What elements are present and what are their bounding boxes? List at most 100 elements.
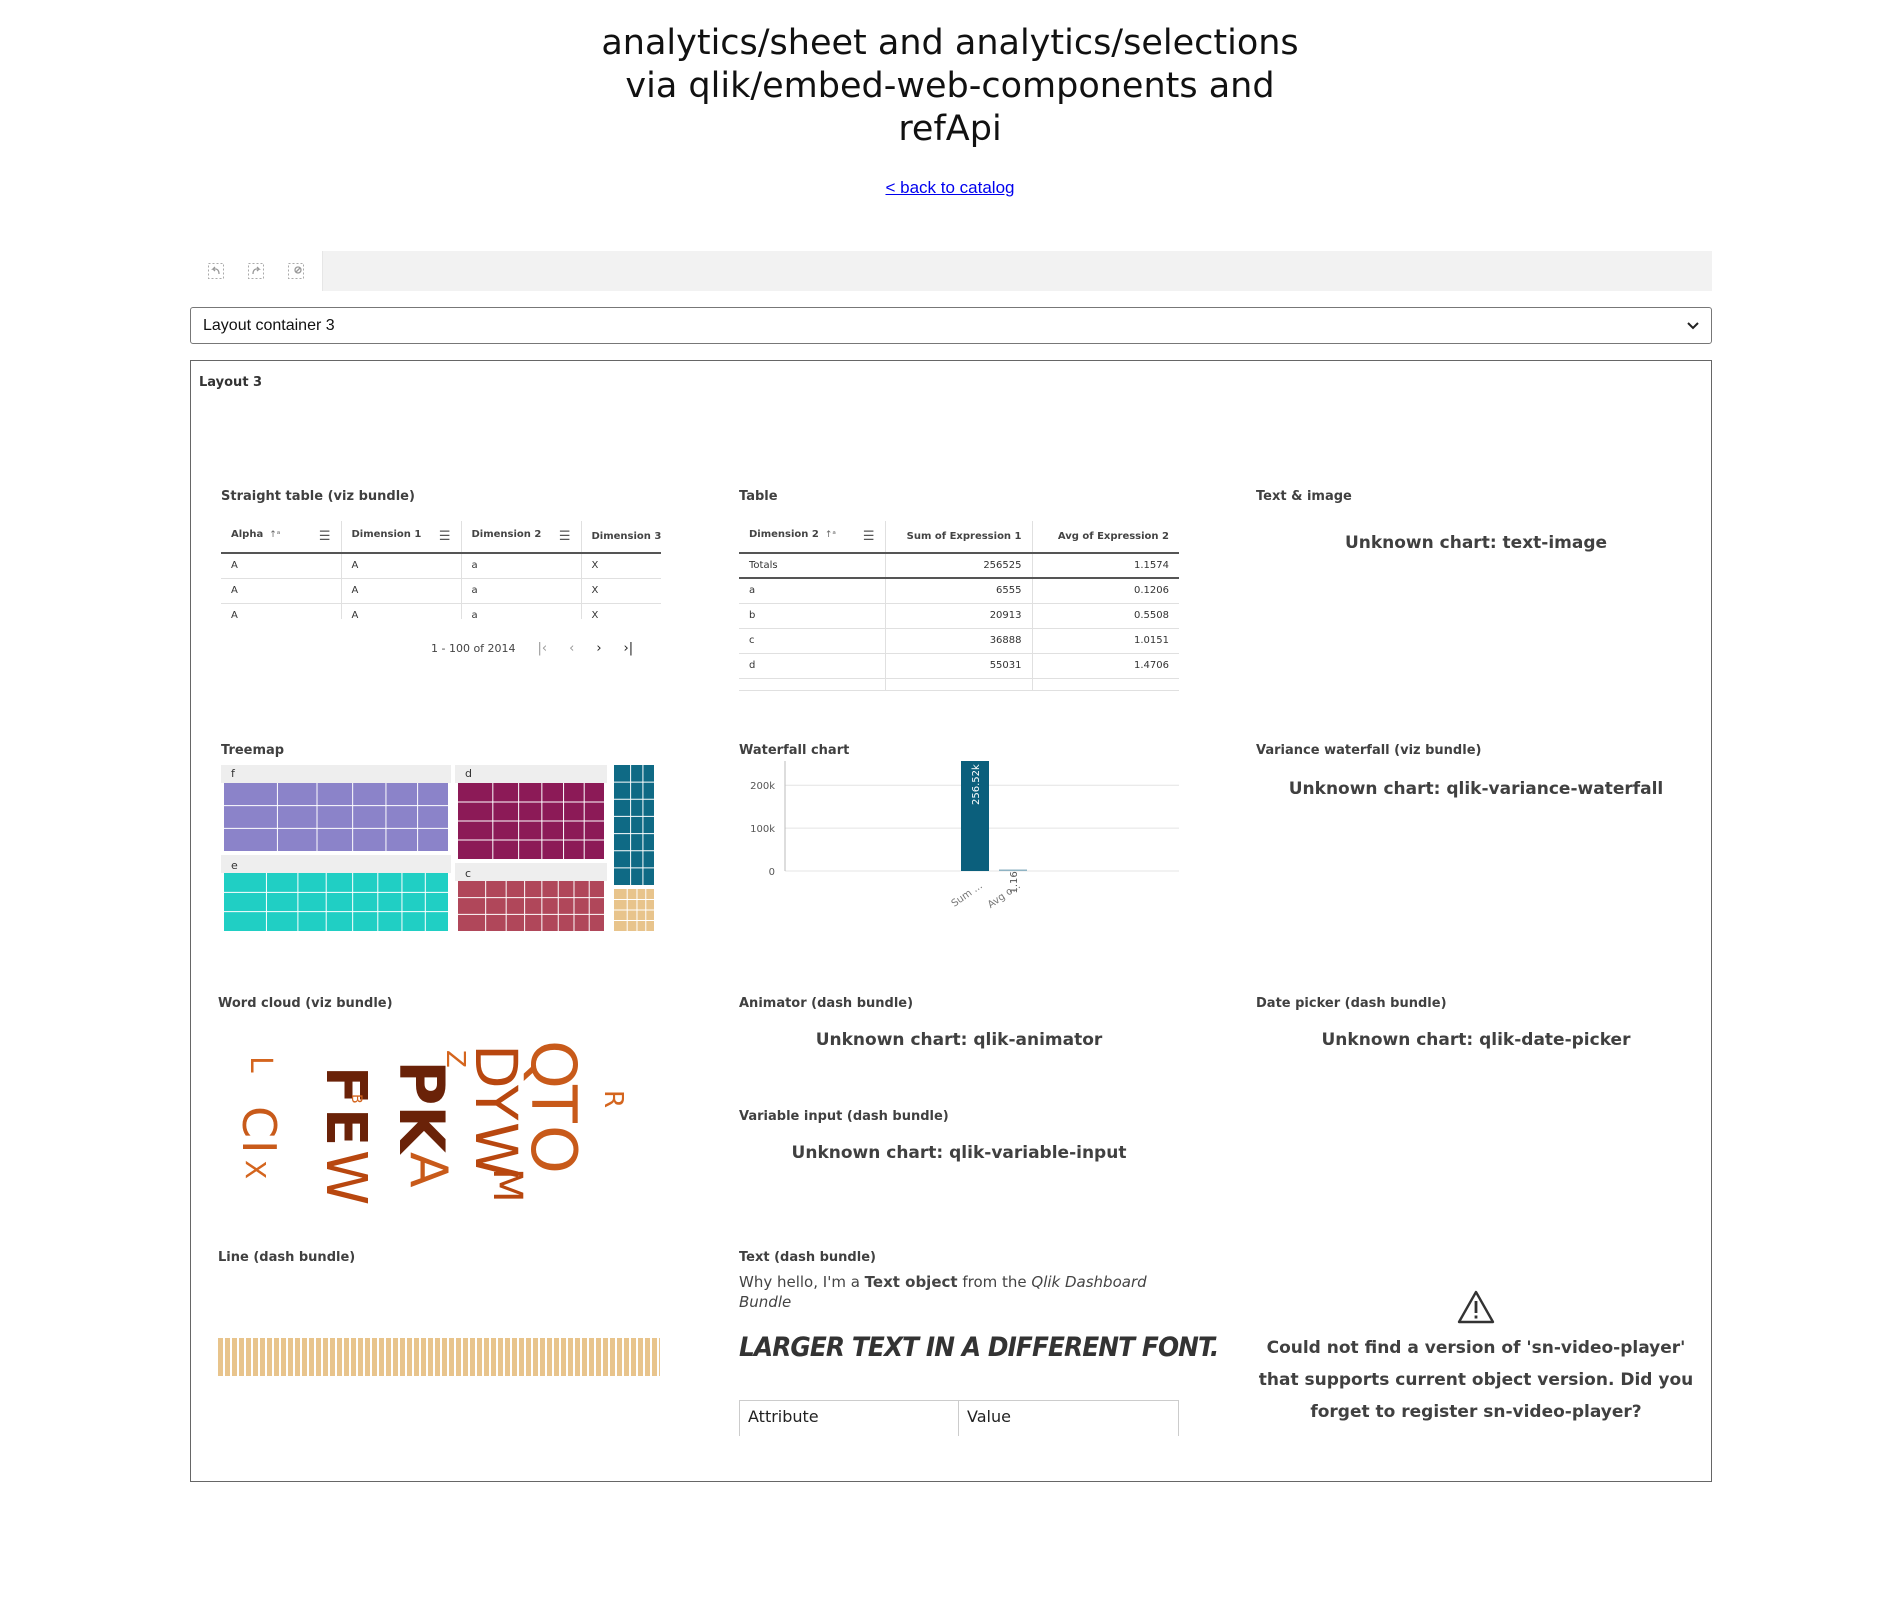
waterfall-bar[interactable] bbox=[999, 869, 1027, 872]
word-cloud-word[interactable]: W bbox=[313, 1150, 378, 1205]
attribute-table-header: Attribute Value bbox=[739, 1400, 1179, 1436]
word-cloud-word[interactable]: P bbox=[385, 1060, 458, 1105]
column-header[interactable]: Avg of Expression 2 bbox=[1031, 521, 1179, 554]
line-segment bbox=[239, 1338, 244, 1376]
column-header[interactable]: Alpha ↑ᵃ ☰ bbox=[221, 521, 341, 554]
treemap-group-header bbox=[455, 863, 607, 881]
line-panel: Line (dash bundle) bbox=[218, 1250, 668, 1400]
column-header[interactable]: Dimension 2 ☰ bbox=[460, 521, 581, 554]
table-row[interactable]: d 55031 1.4706 bbox=[739, 653, 1179, 679]
column-header[interactable]: Dimension 3 bbox=[580, 521, 661, 554]
line-segment bbox=[470, 1338, 475, 1376]
table-viewport[interactable]: Dimension 2 ↑ᵃ ☰ Sum of Expression 1 Avg o… bbox=[739, 521, 1179, 691]
unknown-chart-message: Unknown chart: text-image bbox=[1344, 533, 1608, 553]
word-cloud-word[interactable]: M bbox=[484, 1168, 530, 1203]
table-row[interactable]: c 36888 1.0151 bbox=[739, 628, 1179, 654]
word-cloud-word[interactable]: A bbox=[398, 1152, 458, 1188]
line-segment bbox=[519, 1338, 524, 1376]
treemap-group[interactable] bbox=[614, 765, 654, 885]
selections-back-button[interactable] bbox=[196, 251, 236, 291]
word-cloud-word[interactable]: K bbox=[385, 1105, 458, 1153]
table-row[interactable]: AAaX bbox=[221, 553, 661, 579]
word-cloud-word[interactable]: R bbox=[598, 1090, 628, 1108]
word-cloud-canvas[interactable]: Q T O R D Y W M Z P K A F E B W L C I X bbox=[218, 1020, 658, 1205]
last-page-icon[interactable]: ›| bbox=[624, 641, 634, 656]
word-cloud-word[interactable]: E bbox=[313, 1108, 378, 1146]
summary-table: Dimension 2 ↑ᵃ ☰ Sum of Expression 1 Avg o… bbox=[739, 521, 1179, 690]
unknown-chart-message: Unknown chart: qlik-variance-waterfall bbox=[1288, 779, 1664, 799]
variable-input-title: Variable input (dash bundle) bbox=[739, 1109, 949, 1124]
video-player-error-message: Could not find a version of 'sn-video-pl… bbox=[1258, 1338, 1694, 1422]
selections-forward-button[interactable] bbox=[236, 251, 276, 291]
straight-table-viewport[interactable]: Alpha ↑ᵃ ☰ Dimension 1 ☰ Dimension 2 ☰ Dimen… bbox=[221, 521, 661, 619]
line-segment bbox=[463, 1338, 468, 1376]
treemap-cell[interactable] bbox=[614, 765, 654, 885]
column-menu-icon[interactable]: ☰ bbox=[863, 529, 875, 544]
table-row[interactable]: AAaX bbox=[221, 603, 661, 619]
line-segment bbox=[561, 1338, 566, 1376]
word-cloud-word[interactable]: X bbox=[239, 1160, 272, 1179]
line-segment bbox=[393, 1338, 398, 1376]
line-segment bbox=[323, 1338, 328, 1376]
column-menu-icon[interactable]: ☰ bbox=[559, 529, 571, 544]
variance-waterfall-title: Variance waterfall (viz bundle) bbox=[1256, 743, 1482, 758]
straight-table-panel: Straight table (viz bundle) Alpha ↑ᵃ ☰ Dim… bbox=[221, 489, 671, 689]
table-row[interactable]: AAaX bbox=[221, 578, 661, 604]
line-segment bbox=[400, 1338, 405, 1376]
treemap-group[interactable] bbox=[221, 765, 451, 851]
layout-container-select[interactable]: Layout container 3 bbox=[190, 307, 1712, 344]
column-menu-icon[interactable]: ☰ bbox=[439, 529, 451, 544]
table-panel: Table Dimension 2 ↑ᵃ ☰ Sum of Expression 1… bbox=[739, 489, 1184, 691]
x-tick-label: Sum ... bbox=[950, 880, 985, 909]
back-to-catalog-link[interactable]: < back to catalog bbox=[0, 178, 1900, 198]
word-cloud-word[interactable]: C bbox=[232, 1106, 286, 1138]
next-page-icon[interactable]: › bbox=[596, 641, 601, 656]
waterfall-chart[interactable]: 0100k200k 256.52kSum ... 1.16Avg o... bbox=[739, 761, 1184, 931]
column-header[interactable]: Dimension 2 ↑ᵃ ☰ bbox=[739, 521, 885, 554]
treemap-group[interactable] bbox=[455, 863, 607, 931]
word-cloud-word[interactable]: Y bbox=[462, 1085, 530, 1120]
treemap-group[interactable] bbox=[455, 765, 607, 859]
treemap-cell[interactable] bbox=[224, 873, 448, 931]
word-cloud-word[interactable]: D bbox=[462, 1044, 530, 1089]
video-player-panel: Could not find a version of 'sn-video-pl… bbox=[1256, 1250, 1696, 1450]
clear-selections-button[interactable] bbox=[276, 251, 316, 291]
word-cloud-word[interactable]: B bbox=[348, 1094, 364, 1104]
treemap-chart[interactable] bbox=[221, 765, 661, 935]
table-pagination: 1 - 100 of 2014 |‹ ‹ › ›| bbox=[431, 641, 633, 656]
selections-forward-icon bbox=[248, 263, 264, 279]
line-segment bbox=[596, 1338, 601, 1376]
treemap-cell[interactable] bbox=[224, 783, 448, 851]
line-chart[interactable] bbox=[218, 1338, 660, 1376]
line-segment bbox=[477, 1338, 482, 1376]
layout-title: Layout 3 bbox=[199, 375, 263, 390]
line-segment bbox=[330, 1338, 335, 1376]
previous-page-icon[interactable]: ‹ bbox=[569, 641, 574, 656]
y-tick-label: 100k bbox=[750, 824, 775, 835]
table-row[interactable]: b 20913 0.5508 bbox=[739, 603, 1179, 629]
treemap-group[interactable] bbox=[221, 855, 451, 931]
treemap-cell[interactable] bbox=[458, 881, 604, 931]
value-column-header: Value bbox=[967, 1407, 1011, 1426]
column-header[interactable]: Dimension 1 ☰ bbox=[340, 521, 461, 554]
clear-selections-icon bbox=[288, 263, 304, 279]
layout-container-select-value: Layout container 3 bbox=[203, 316, 335, 334]
column-menu-icon[interactable]: ☰ bbox=[319, 529, 331, 544]
first-page-icon[interactable]: |‹ bbox=[538, 641, 548, 656]
page-title-line-1: analytics/sheet and analytics/selections bbox=[601, 23, 1299, 63]
line-segment bbox=[225, 1338, 230, 1376]
treemap-panel: Treemap f d e c bbox=[221, 743, 671, 943]
treemap-group[interactable] bbox=[614, 889, 654, 931]
line-segment bbox=[372, 1338, 377, 1376]
table-row[interactable]: a 6555 0.1206 bbox=[739, 578, 1179, 604]
line-segment bbox=[491, 1338, 496, 1376]
word-cloud-word[interactable]: L bbox=[243, 1056, 278, 1073]
line-segment bbox=[442, 1338, 447, 1376]
word-cloud-word[interactable]: F bbox=[313, 1066, 378, 1104]
column-header[interactable]: Sum of Expression 1 bbox=[884, 521, 1032, 554]
page-title-line-2: via qlik/embed-web-components and bbox=[625, 66, 1275, 106]
line-segment bbox=[659, 1338, 660, 1376]
page-title-line-3: refApi bbox=[898, 109, 1002, 149]
line-segment bbox=[638, 1338, 643, 1376]
word-cloud-word[interactable]: I bbox=[232, 1140, 286, 1154]
